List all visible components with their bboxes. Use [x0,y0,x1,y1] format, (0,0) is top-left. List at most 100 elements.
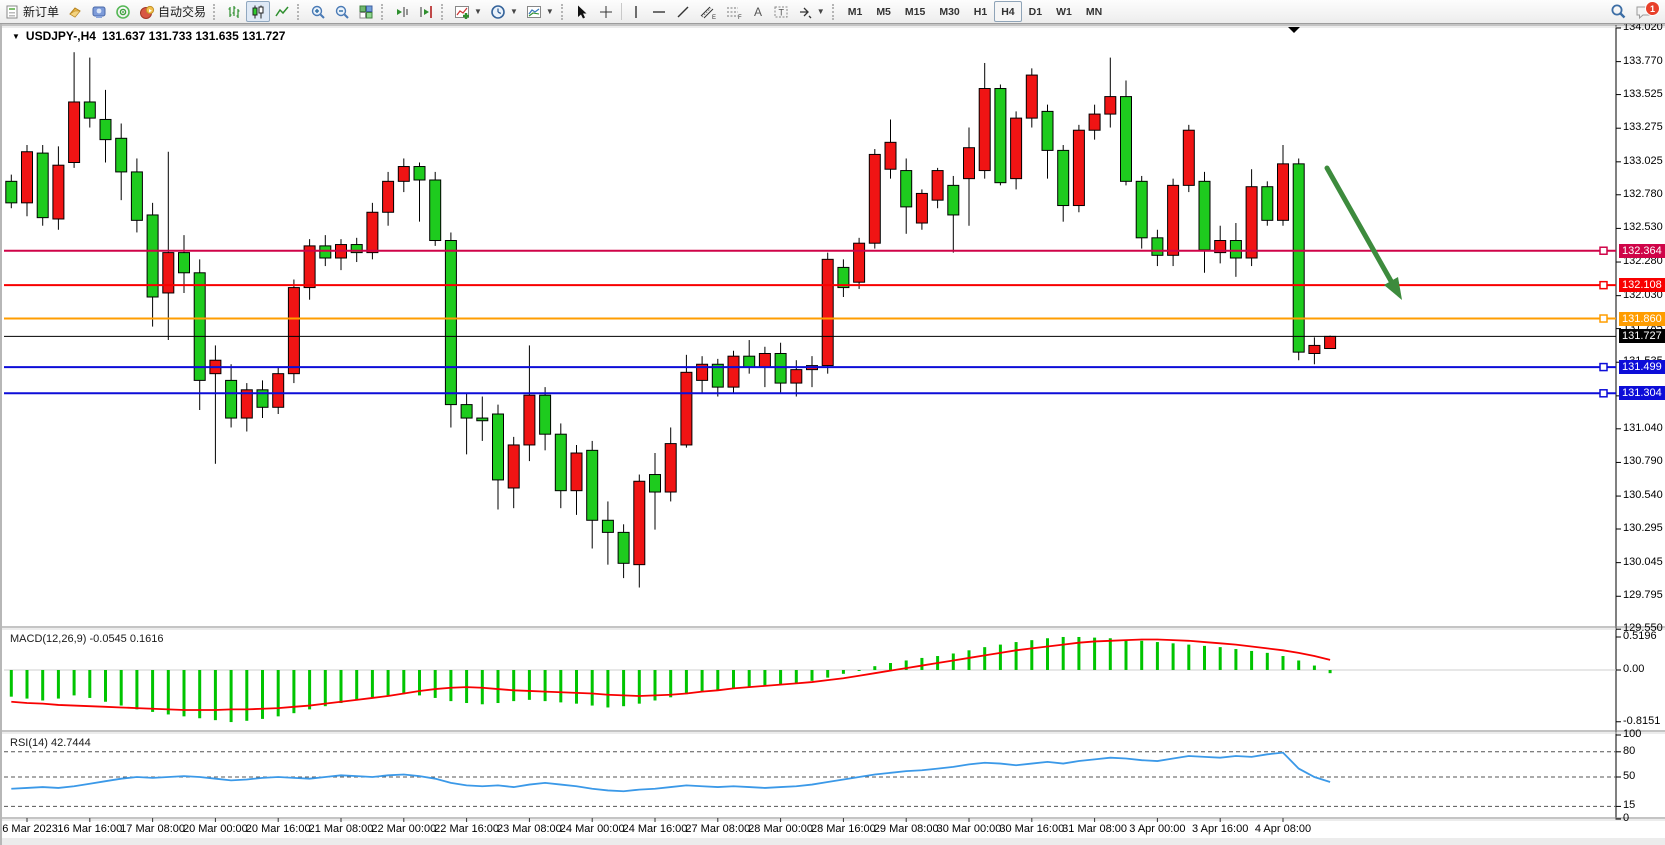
notification-badge: 1 [1645,1,1660,16]
price-axis-tick: 130.295 [1623,522,1663,534]
candles-chart-icon [250,4,266,20]
toolbar-grip [213,4,217,20]
time-axis-label: 16 Mar 2023 [0,823,58,835]
auto-trading-button[interactable]: 自动交易 [135,1,210,22]
chevron-down-icon: ▼ [817,7,825,16]
notifications-button[interactable]: 1 [1631,1,1657,22]
auto-scroll-button[interactable] [390,1,414,22]
horizontal-line-icon [651,4,667,20]
search-icon [1610,3,1627,20]
line-chart-icon [274,4,290,20]
price-axis-tick: 133.275 [1623,121,1663,133]
community-button[interactable] [87,1,111,22]
timeframe-H1[interactable]: H1 [967,1,994,22]
periods-button[interactable]: ▼ [486,1,522,22]
timeframe-M30[interactable]: M30 [932,1,966,22]
price-line-label[interactable]: 131.860 [1619,312,1665,326]
zoom-in-button[interactable] [306,1,330,22]
bars-chart-button[interactable] [222,1,246,22]
toolbar-grip [441,4,445,20]
auto-scroll-icon [394,4,410,20]
templates-button[interactable]: ▼ [522,1,558,22]
chevron-down-icon: ▼ [546,7,554,16]
timeframe-D1[interactable]: D1 [1022,1,1049,22]
svg-text:F: F [738,15,742,20]
fibonacci-icon: F [725,4,743,20]
window-left-edge [0,24,2,845]
text-label-button[interactable]: T [769,1,793,22]
search-button[interactable] [1606,1,1631,22]
price-axis-tick: 131.040 [1623,422,1663,434]
rsi-axis-tick: 100 [1623,728,1641,740]
time-axis-label: 23 Mar 08:00 [497,823,562,835]
timeframe-M1[interactable]: M1 [841,1,870,22]
price-axis-tick: 130.540 [1623,489,1663,501]
rsi-axis-tick: 15 [1623,799,1635,811]
time-axis-label: 4 Apr 08:00 [1255,823,1311,835]
trendline-button[interactable] [671,1,695,22]
toolbar-grip [381,4,385,20]
price-line-label[interactable]: 132.108 [1619,278,1665,292]
cursor-button[interactable] [570,1,594,22]
chevron-down-icon: ▼ [510,7,518,16]
time-axis-label: 24 Mar 00:00 [560,823,625,835]
timeframe-MN[interactable]: MN [1079,1,1109,22]
price-axis-tick: 132.530 [1623,221,1663,233]
rsi-indicator-label: RSI(14) 42.7444 [10,737,91,749]
template-icon [526,4,542,20]
toolbar-grip [832,4,836,20]
shapes-arrow-icon [797,4,813,20]
candles-chart-button[interactable] [246,1,270,22]
channel-button[interactable]: E [695,1,721,22]
price-axis-tick: 133.025 [1623,155,1663,167]
text-button[interactable]: A [747,1,769,22]
time-axis-label: 3 Apr 16:00 [1192,823,1248,835]
macd-axis-tick: -0.8151 [1623,715,1660,727]
timeframe-M15[interactable]: M15 [898,1,932,22]
tile-windows-button[interactable] [354,1,378,22]
new-order-label: 新订单 [23,3,59,20]
new-order-button[interactable]: 新订单 [2,1,63,22]
time-axis-label: 28 Mar 00:00 [748,823,813,835]
timeframe-H4[interactable]: H4 [994,1,1021,22]
time-axis-label: 29 Mar 08:00 [874,823,939,835]
signals-button[interactable] [111,1,135,22]
crosshair-button[interactable] [594,1,618,22]
zoom-out-button[interactable] [330,1,354,22]
price-axis-tick: 133.525 [1623,88,1663,100]
svg-text:E: E [712,15,716,20]
timeframe-W1[interactable]: W1 [1049,1,1079,22]
indicators-button[interactable]: ▼ [450,1,486,22]
line-chart-button[interactable] [270,1,294,22]
fibonacci-button[interactable]: F [721,1,747,22]
zoom-in-icon [310,4,326,20]
time-axis-label: 27 Mar 08:00 [685,823,750,835]
auto-trading-icon [139,4,155,20]
toolbar-grip [561,4,565,20]
rsi-axis-tick: 0 [1623,812,1629,824]
chart-shift-button[interactable] [414,1,438,22]
chart-canvas[interactable] [0,0,1665,845]
timeframe-M5[interactable]: M5 [869,1,898,22]
cursor-arrow-icon [574,4,590,20]
collapse-triangle-icon: ▼ [12,32,20,41]
svg-text:T: T [778,7,784,17]
vertical-line-icon [629,4,643,20]
price-line-label[interactable]: 132.364 [1619,244,1665,258]
auto-trading-label: 自动交易 [158,3,206,20]
price-axis-tick: 130.790 [1623,455,1663,467]
time-axis-label: 28 Mar 16:00 [811,823,876,835]
shapes-button[interactable]: ▼ [793,1,829,22]
time-axis-label: 17 Mar 08:00 [120,823,185,835]
price-line-label[interactable]: 131.499 [1619,360,1665,374]
rsi-axis-tick: 50 [1623,770,1635,782]
price-line-label[interactable]: 131.304 [1619,386,1665,400]
gold-widget-button[interactable] [63,1,87,22]
clock-icon [490,4,506,20]
macd-values: -0.0545 0.1616 [89,633,163,645]
price-axis-tick: 133.770 [1623,55,1663,67]
price-axis-tick: 129.795 [1623,589,1663,601]
macd-axis-tick: 0.5196 [1623,630,1657,642]
horizontal-line-button[interactable] [647,1,671,22]
vertical-line-button[interactable] [625,1,647,22]
